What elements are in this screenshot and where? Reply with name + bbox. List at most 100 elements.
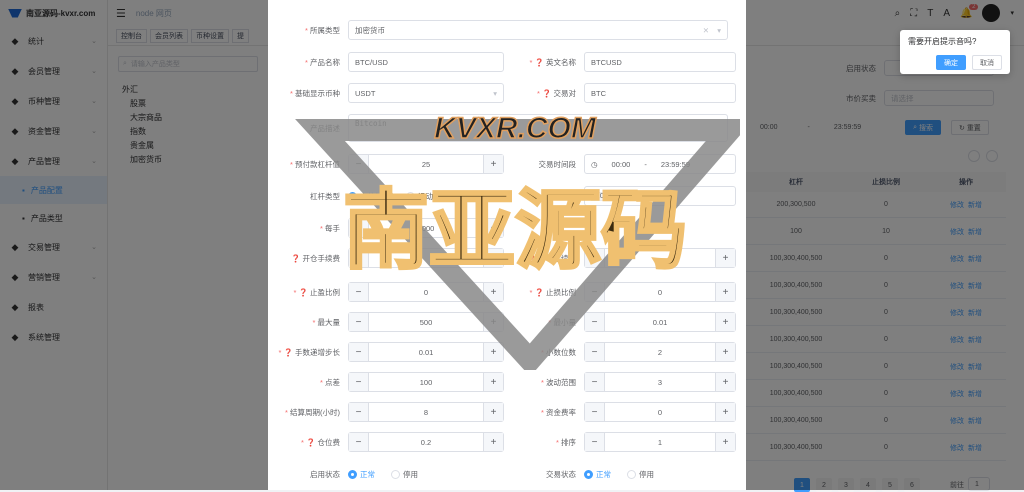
increment-button[interactable]: + bbox=[483, 219, 503, 237]
spread-label: * 点差 bbox=[319, 377, 340, 387]
trade-radio-disabled[interactable]: 停用 bbox=[627, 469, 654, 480]
sl-stepper[interactable]: −0 + bbox=[348, 282, 504, 302]
desc-label: 产品描述 bbox=[310, 123, 340, 133]
step-stepper[interactable]: −0.01 + bbox=[348, 342, 504, 362]
leverage-type-label: 杠杆类型 bbox=[310, 191, 340, 201]
trade-pair-input[interactable]: BTC bbox=[584, 83, 736, 103]
increment-button[interactable]: + bbox=[483, 155, 503, 173]
preset-label: * 预付款杠杆值 bbox=[289, 159, 340, 169]
chevron-down-icon: ▾ bbox=[493, 88, 497, 98]
leverage-tag[interactable]: 500 bbox=[642, 191, 665, 201]
decrement-button[interactable]: − bbox=[349, 313, 369, 331]
spread-stepper[interactable]: −100 + bbox=[348, 372, 504, 392]
increment-button[interactable]: + bbox=[715, 249, 735, 267]
sort-stepper[interactable]: −1 + bbox=[584, 432, 736, 452]
decrement-button[interactable]: − bbox=[585, 343, 605, 361]
trade-radio-normal[interactable]: 正常 bbox=[584, 469, 611, 480]
decrement-button[interactable]: − bbox=[585, 313, 605, 331]
clear-icon[interactable]: ✕ bbox=[703, 26, 709, 35]
decrement-button[interactable]: − bbox=[349, 343, 369, 361]
leverage-radio-slide[interactable]: 滑动倍数 bbox=[406, 191, 448, 202]
close-fee-label: ❓ 平仓手续费 bbox=[527, 253, 576, 263]
open-fee-label: ❓ 开仓手续费 bbox=[291, 253, 340, 263]
rate-label: * 资金费率 bbox=[540, 407, 576, 417]
base-currency-select[interactable]: USDT ▾ bbox=[348, 83, 504, 103]
leverage-tag[interactable]: 100 bbox=[591, 191, 613, 201]
increment-button[interactable]: + bbox=[483, 313, 503, 331]
decrement-button[interactable]: − bbox=[585, 283, 605, 301]
decrement-button[interactable]: − bbox=[349, 403, 369, 421]
step-label: * ❓ 手数递增步长 bbox=[278, 347, 340, 357]
tp-label: * ❓ 止损比例 bbox=[529, 287, 576, 297]
increment-button[interactable]: + bbox=[483, 433, 503, 451]
product-config-dialog: * 所属类型 加密货币 ✕ ▾ * 产品名称 BTC/USD * ❓ 英文名称 BT… bbox=[268, 0, 746, 490]
chevron-down-icon[interactable]: ▾ bbox=[717, 26, 721, 35]
decrement-button[interactable]: − bbox=[349, 373, 369, 391]
product-name-input[interactable]: BTC/USD bbox=[348, 52, 504, 72]
range-stepper[interactable]: −3 + bbox=[584, 372, 736, 392]
rate-stepper[interactable]: −0 + bbox=[584, 402, 736, 422]
margin-label: * ❓ 仓位费 bbox=[301, 437, 340, 447]
enable-status-label: 启用状态 bbox=[310, 469, 340, 479]
leverage-radio-high[interactable]: 高倍杠杆 bbox=[348, 191, 390, 202]
increment-button[interactable]: + bbox=[483, 373, 503, 391]
decrement-button[interactable]: − bbox=[349, 283, 369, 301]
increment-button[interactable]: + bbox=[715, 283, 735, 301]
decrement-button[interactable]: − bbox=[349, 219, 369, 237]
preset-stepper[interactable]: −25 + bbox=[348, 154, 504, 174]
increment-button[interactable]: + bbox=[483, 403, 503, 421]
decimal-label: * 小数位数 bbox=[540, 347, 576, 357]
increment-button[interactable]: + bbox=[715, 313, 735, 331]
min-stepper[interactable]: −0.01 + bbox=[584, 312, 736, 332]
cancel-button[interactable]: 取消 bbox=[972, 55, 1002, 70]
period-stepper[interactable]: −8 + bbox=[348, 402, 504, 422]
desc-textarea[interactable]: Bitcoin bbox=[348, 114, 728, 142]
enable-radio-disabled[interactable]: 停用 bbox=[391, 469, 418, 480]
range-label: * 波动范围 bbox=[540, 377, 576, 387]
sort-label: * 排序 bbox=[555, 437, 576, 447]
decrement-button[interactable]: − bbox=[585, 249, 605, 267]
max-label: * 最大量 bbox=[312, 317, 340, 327]
base-currency-label: * 基础显示币种 bbox=[289, 88, 340, 98]
lot-label: * 每手 bbox=[319, 223, 340, 233]
category-select[interactable]: 加密货币 ✕ ▾ bbox=[348, 20, 728, 40]
lot-stepper[interactable]: −1000 + bbox=[348, 218, 504, 238]
increment-button[interactable]: + bbox=[715, 343, 735, 361]
leverage-tag[interactable]: 200 bbox=[616, 191, 639, 201]
period-label: * 结算周期(小时) bbox=[284, 407, 340, 417]
clock-icon: ◷ bbox=[591, 159, 598, 169]
open-fee-stepper[interactable]: − + bbox=[348, 248, 504, 268]
sl-label: * ❓ 止盈比例 bbox=[293, 287, 340, 297]
margin-stepper[interactable]: −0.2 + bbox=[348, 432, 504, 452]
increment-button[interactable]: + bbox=[715, 403, 735, 421]
confirm-button[interactable]: 确定 bbox=[936, 55, 966, 70]
leverage-num-label: 杠杆倍数 bbox=[546, 191, 576, 201]
category-label: * 所属类型 bbox=[304, 25, 340, 35]
close-fee-stepper[interactable]: − + bbox=[584, 248, 736, 268]
sound-popconfirm: 需要开启提示音吗? 确定 取消 bbox=[900, 30, 1010, 74]
decrement-button[interactable]: − bbox=[349, 249, 369, 267]
increment-button[interactable]: + bbox=[483, 283, 503, 301]
decrement-button[interactable]: − bbox=[349, 433, 369, 451]
decrement-button[interactable]: − bbox=[585, 433, 605, 451]
min-label: * 最小量 bbox=[548, 317, 576, 327]
decrement-button[interactable]: − bbox=[585, 403, 605, 421]
increment-button[interactable]: + bbox=[715, 373, 735, 391]
max-stepper[interactable]: −500 + bbox=[348, 312, 504, 332]
popconfirm-text: 需要开启提示音吗? bbox=[908, 37, 977, 46]
trade-time-label: 交易时间段 bbox=[538, 159, 577, 169]
english-name-label: * ❓ 英文名称 bbox=[529, 57, 576, 67]
english-name-input[interactable]: BTCUSD bbox=[584, 52, 736, 72]
increment-button[interactable]: + bbox=[483, 343, 503, 361]
product-name-label: * 产品名称 bbox=[304, 57, 340, 67]
tp-stepper[interactable]: −0 + bbox=[584, 282, 736, 302]
decimal-stepper[interactable]: −2 + bbox=[584, 342, 736, 362]
trade-time-range[interactable]: ◷ 00:00-23:59:59 bbox=[584, 154, 736, 174]
decrement-button[interactable]: − bbox=[585, 373, 605, 391]
decrement-button[interactable]: − bbox=[349, 155, 369, 173]
trade-pair-label: * ❓ 交易对 bbox=[537, 88, 576, 98]
leverage-tags-select[interactable]: 100 200 500 bbox=[584, 186, 736, 206]
enable-radio-normal[interactable]: 正常 bbox=[348, 469, 375, 480]
increment-button[interactable]: + bbox=[483, 249, 503, 267]
increment-button[interactable]: + bbox=[715, 433, 735, 451]
